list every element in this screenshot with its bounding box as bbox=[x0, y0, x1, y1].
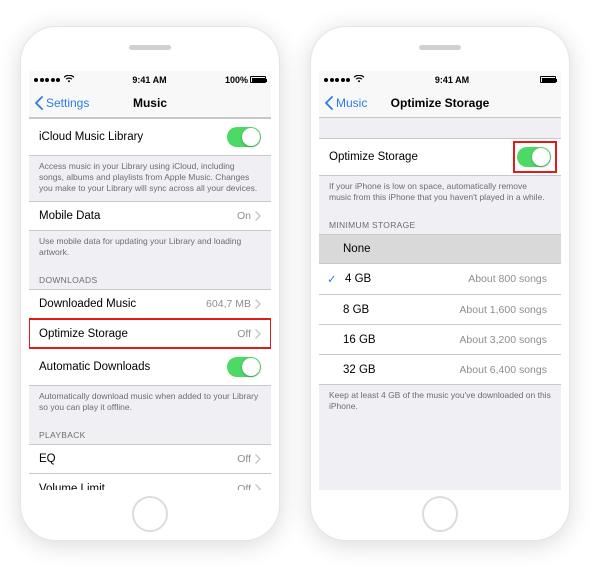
footer-note: Keep at least 4 GB of the music you've d… bbox=[319, 385, 561, 419]
row-icloud-music-library[interactable]: iCloud Music Library bbox=[29, 118, 271, 156]
row-label: Automatic Downloads bbox=[39, 361, 227, 373]
row-value: Off bbox=[237, 483, 251, 490]
row-label: Volume Limit bbox=[39, 483, 237, 490]
section-minimum-storage: MINIMUM STORAGE bbox=[319, 210, 561, 234]
hint-optimize: If your iPhone is low on space, automati… bbox=[319, 176, 561, 210]
option-16gb[interactable]: 16 GB About 3,200 songs bbox=[319, 325, 561, 355]
row-mobile-data[interactable]: Mobile Data On bbox=[29, 201, 271, 231]
option-songs: About 3,200 songs bbox=[459, 334, 547, 346]
row-value: 604,7 MB bbox=[206, 298, 251, 310]
status-time: 9:41 AM bbox=[364, 75, 540, 85]
back-label: Settings bbox=[46, 96, 89, 110]
option-songs: About 6,400 songs bbox=[459, 364, 547, 376]
settings-content: iCloud Music Library Access music in you… bbox=[29, 118, 271, 490]
signal-icon bbox=[34, 78, 60, 82]
chevron-right-icon bbox=[255, 211, 261, 221]
battery-indicator bbox=[540, 76, 556, 83]
row-automatic-downloads[interactable]: Automatic Downloads bbox=[29, 349, 271, 386]
option-32gb[interactable]: 32 GB About 6,400 songs bbox=[319, 355, 561, 385]
option-size: 32 GB bbox=[343, 364, 459, 376]
wifi-icon bbox=[354, 75, 364, 85]
signal-icon bbox=[324, 78, 350, 82]
chevron-right-icon bbox=[255, 484, 261, 490]
row-eq[interactable]: EQ Off bbox=[29, 444, 271, 474]
row-optimize-storage[interactable]: Optimize Storage Off bbox=[29, 319, 271, 349]
hint-mobile-data: Use mobile data for updating your Librar… bbox=[29, 231, 271, 265]
option-size: 8 GB bbox=[343, 304, 459, 316]
toggle-optimize-storage[interactable] bbox=[517, 147, 551, 167]
option-size: None bbox=[343, 243, 551, 255]
screen-left: 9:41 AM 100% Settings Music iCloud Music… bbox=[29, 71, 271, 490]
chevron-right-icon bbox=[255, 299, 261, 309]
home-button[interactable] bbox=[132, 496, 168, 532]
back-label: Music bbox=[336, 96, 367, 110]
row-label: Optimize Storage bbox=[329, 151, 517, 163]
row-label: Downloaded Music bbox=[39, 298, 206, 310]
row-value: On bbox=[237, 210, 251, 222]
nav-bar: Settings Music bbox=[29, 88, 271, 118]
option-size: 4 GB bbox=[345, 273, 468, 285]
option-songs: About 800 songs bbox=[468, 273, 547, 285]
hint-icloud: Access music in your Library using iClou… bbox=[29, 156, 271, 201]
row-optimize-toggle[interactable]: Optimize Storage bbox=[319, 138, 561, 176]
option-none[interactable]: None bbox=[319, 234, 561, 264]
hint-auto-dl: Automatically download music when added … bbox=[29, 386, 271, 420]
row-downloaded-music[interactable]: Downloaded Music 604,7 MB bbox=[29, 289, 271, 319]
row-label: Optimize Storage bbox=[39, 328, 237, 340]
chevron-right-icon bbox=[255, 329, 261, 339]
option-4gb[interactable]: ✓ 4 GB About 800 songs bbox=[319, 264, 561, 295]
wifi-icon bbox=[64, 75, 74, 85]
optimize-content: Optimize Storage If your iPhone is low o… bbox=[319, 118, 561, 490]
row-label: iCloud Music Library bbox=[39, 131, 227, 143]
home-button[interactable] bbox=[422, 496, 458, 532]
row-label: EQ bbox=[39, 453, 237, 465]
status-bar: 9:41 AM bbox=[319, 71, 561, 88]
phone-right: 9:41 AM Music Optimize Storage Optimize … bbox=[310, 26, 570, 541]
toggle-automatic-downloads[interactable] bbox=[227, 357, 261, 377]
option-8gb[interactable]: 8 GB About 1,600 songs bbox=[319, 295, 561, 325]
phone-speaker bbox=[419, 45, 461, 50]
nav-bar: Music Optimize Storage bbox=[319, 88, 561, 118]
status-bar: 9:41 AM 100% bbox=[29, 71, 271, 88]
checkmark-icon: ✓ bbox=[327, 272, 341, 286]
back-button[interactable]: Music bbox=[325, 96, 367, 110]
section-playback: PLAYBACK bbox=[29, 420, 271, 444]
screen-right: 9:41 AM Music Optimize Storage Optimize … bbox=[319, 71, 561, 490]
row-value: Off bbox=[237, 328, 251, 340]
chevron-right-icon bbox=[255, 454, 261, 464]
row-volume-limit[interactable]: Volume Limit Off bbox=[29, 474, 271, 490]
battery-indicator: 100% bbox=[225, 75, 266, 85]
phone-speaker bbox=[129, 45, 171, 50]
row-label: Mobile Data bbox=[39, 210, 237, 222]
row-value: Off bbox=[237, 453, 251, 465]
option-songs: About 1,600 songs bbox=[459, 304, 547, 316]
back-button[interactable]: Settings bbox=[35, 96, 89, 110]
battery-pct: 100% bbox=[225, 75, 248, 85]
section-downloads: DOWNLOADS bbox=[29, 265, 271, 289]
status-time: 9:41 AM bbox=[74, 75, 225, 85]
toggle-icloud-music[interactable] bbox=[227, 127, 261, 147]
option-size: 16 GB bbox=[343, 334, 459, 346]
phone-left: 9:41 AM 100% Settings Music iCloud Music… bbox=[20, 26, 280, 541]
